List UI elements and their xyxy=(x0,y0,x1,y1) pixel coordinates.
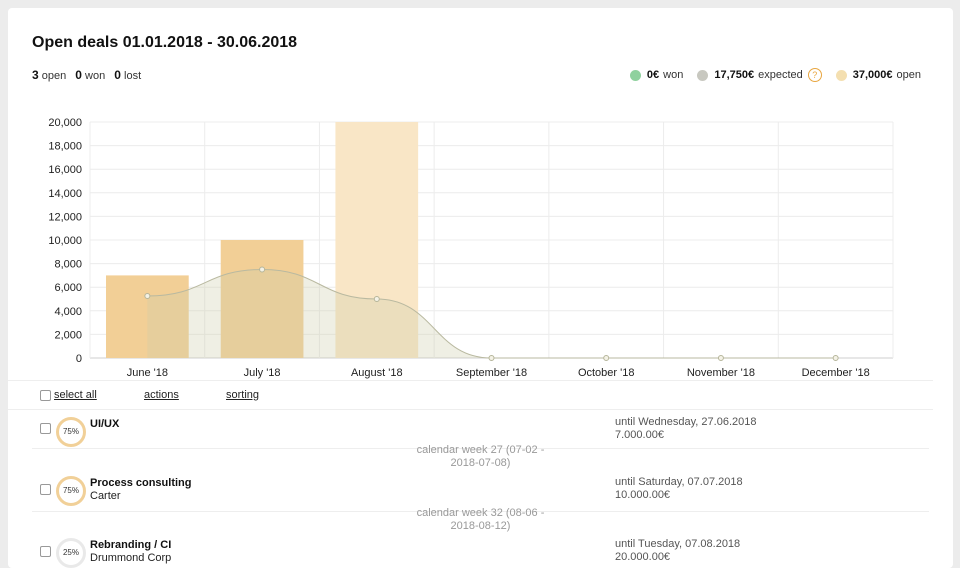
deal-info: until Saturday, 07.07.2018 10.000.00€ xyxy=(615,476,743,502)
open-dot-icon xyxy=(835,69,847,81)
expected-dot-icon xyxy=(697,69,709,81)
x-tick-label: September '18 xyxy=(456,367,527,379)
calendar-week-label: calendar week 27 (07-02 - 2018-07-08) xyxy=(408,444,553,470)
legend-won: 0€ won xyxy=(629,69,684,81)
actions-link[interactable]: actions xyxy=(144,389,179,401)
y-tick-label: 20,000 xyxy=(48,117,82,129)
deal-name[interactable]: UI/UX xyxy=(90,418,119,430)
expected-point xyxy=(717,355,724,361)
y-tick-label: 18,000 xyxy=(48,141,82,153)
sorting-link[interactable]: sorting xyxy=(226,389,259,401)
probability-ring: 25% xyxy=(56,538,86,568)
expected-value: 17,750€ xyxy=(714,69,755,81)
page-title: Open deals 01.01.2018 - 30.06.2018 xyxy=(32,34,298,51)
expected-point xyxy=(832,355,839,361)
deal-checkbox[interactable] xyxy=(40,423,51,434)
expected-point xyxy=(488,355,495,361)
lost-count: 0 xyxy=(114,68,121,82)
deal-until: until Tuesday, 07.08.2018 xyxy=(615,538,741,550)
calendar-week-label: calendar week 32 (08-06 - 2018-08-12) xyxy=(408,507,553,533)
y-tick-label: 12,000 xyxy=(48,211,82,223)
y-tick-label: 2,000 xyxy=(54,329,82,341)
y-tick-label: 8,000 xyxy=(54,259,82,271)
week-line-1: calendar week 27 (07-02 - xyxy=(416,444,545,456)
x-tick-label: August '18 xyxy=(351,367,403,379)
x-tick-label: July '18 xyxy=(244,367,281,379)
lost-count-label: lost xyxy=(124,70,142,82)
select-all-link[interactable]: select all xyxy=(54,389,97,401)
expected-point xyxy=(144,293,151,300)
legend-expected: 17,750€ expected ? xyxy=(697,68,822,82)
deal-row[interactable]: 75% Process consulting Carter until Satu… xyxy=(8,474,933,510)
expected-point xyxy=(259,266,266,273)
x-tick-label: June '18 xyxy=(127,367,168,379)
probability-ring: 75% xyxy=(56,417,86,447)
won-value: 0€ xyxy=(646,69,660,81)
x-tick-label: November '18 xyxy=(687,367,755,379)
deal-info: until Wednesday, 27.06.2018 7.000.00€ xyxy=(615,416,756,442)
deal-value: 7.000.00€ xyxy=(615,429,664,441)
deals-chart: 0 2,000 4,000 6,000 8,000 10,000 12,000 14,000 1… xyxy=(48,117,894,379)
won-dot-icon xyxy=(629,69,641,81)
deal-company: Drummond Corp xyxy=(90,552,172,564)
deal-value: 10.000.00€ xyxy=(615,489,671,501)
x-tick-label: October '18 xyxy=(578,367,635,379)
won-count: 0 xyxy=(75,68,82,82)
probability-ring: 75% xyxy=(56,476,86,506)
open-count-label: open xyxy=(41,70,67,82)
y-tick-label: 14,000 xyxy=(48,188,82,200)
expected-area xyxy=(147,269,836,358)
help-icon[interactable]: ? xyxy=(807,68,822,82)
week-line-1: calendar week 32 (08-06 - xyxy=(416,507,545,519)
deal-until: until Saturday, 07.07.2018 xyxy=(615,476,743,488)
won-count-label: won xyxy=(85,70,106,82)
deal-counts: 3 open 0 won 0 lost xyxy=(32,68,147,82)
x-tick-label: December '18 xyxy=(802,367,870,379)
expected-label: expected xyxy=(758,69,803,81)
y-tick-label: 0 xyxy=(76,353,82,365)
deal-info: until Tuesday, 07.08.2018 20.000.00€ xyxy=(615,538,740,564)
open-label: open xyxy=(896,69,921,81)
deal-checkbox[interactable] xyxy=(40,484,51,495)
deal-until: until Wednesday, 27.06.2018 xyxy=(615,416,757,428)
open-count: 3 xyxy=(32,68,39,82)
deal-value: 20.000.00€ xyxy=(615,551,671,563)
week-line-2: 2018-07-08) xyxy=(450,457,511,469)
expected-point xyxy=(603,355,610,361)
list-toolbar: select all actions sorting xyxy=(8,380,933,410)
deal-name[interactable]: Rebranding / CI xyxy=(90,539,171,551)
y-tick-label: 10,000 xyxy=(48,235,82,247)
y-tick-label: 16,000 xyxy=(48,164,82,176)
chart-legend: 0€ won 17,750€ expected ? 37,000€ open xyxy=(616,68,921,82)
y-tick-label: 4,000 xyxy=(54,306,82,318)
won-label: won xyxy=(663,69,684,81)
week-line-2: 2018-08-12) xyxy=(450,520,511,532)
deal-name[interactable]: Process consulting xyxy=(90,477,191,489)
deal-checkbox[interactable] xyxy=(40,546,51,557)
select-all-checkbox[interactable] xyxy=(40,390,51,401)
expected-point xyxy=(373,296,380,302)
open-value: 37,000€ xyxy=(852,69,893,81)
deals-card: Open deals 01.01.2018 - 30.06.2018 3 ope… xyxy=(8,8,953,568)
deal-company: Carter xyxy=(90,490,121,502)
legend-open: 37,000€ open xyxy=(835,69,921,81)
y-tick-label: 6,000 xyxy=(54,282,82,294)
deal-row[interactable]: 25% Rebranding / CI Drummond Corp until … xyxy=(8,536,933,568)
